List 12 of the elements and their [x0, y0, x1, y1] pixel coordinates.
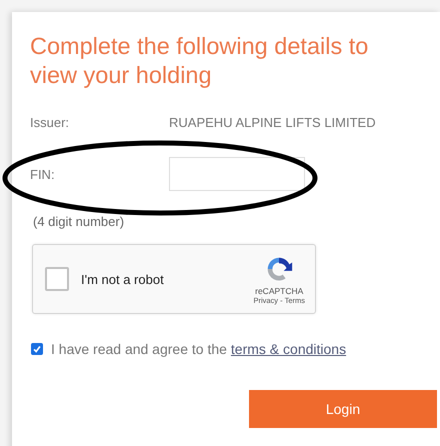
form-title: Complete the following details to view your holding	[30, 32, 370, 90]
issuer-value: RUAPEHU ALPINE LIFTS LIMITED	[169, 114, 376, 130]
field-label: Issuer:	[30, 114, 70, 130]
fin-field[interactable]	[169, 157, 305, 191]
captcha-label: I'm not a robot	[81, 272, 165, 286]
terms-conditions-link[interactable]: terms & conditions	[230, 341, 346, 357]
agree-checkbox[interactable]	[31, 343, 43, 355]
recaptcha-brand: reCAPTCHA	[255, 286, 304, 296]
agree-text: I have read and agree to the	[51, 341, 227, 357]
hint-text: (4 digit number)	[33, 214, 126, 229]
field-label: FIN:	[30, 166, 56, 182]
captcha-checkbox[interactable]	[45, 267, 69, 291]
